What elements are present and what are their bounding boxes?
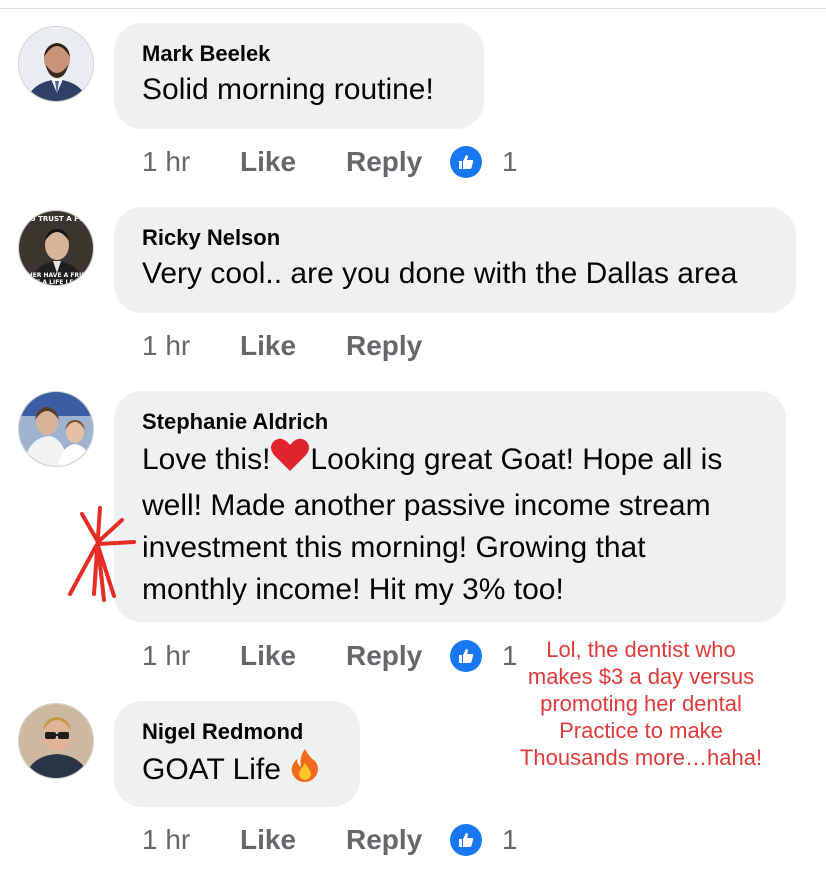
timestamp[interactable]: 1 hr	[142, 330, 240, 362]
comment-text-line2: well! Made another passive income stream	[142, 489, 711, 522]
avatar[interactable]	[18, 26, 94, 102]
comment-bubble: Stephanie Aldrich Love this! Looking grea…	[114, 391, 786, 622]
reaction-count: 1	[502, 824, 518, 855]
red-heart-icon	[270, 437, 310, 485]
comment-text: Love this! Looking great Goat! Hope all i…	[142, 437, 758, 611]
annotation-line-1: Lol, the dentist who	[546, 637, 736, 662]
svg-text:E A LIFE LES: E A LIFE LES	[36, 279, 78, 286]
thumbs-up-icon	[450, 640, 482, 672]
top-divider	[0, 8, 826, 9]
red-asterisk-mark-icon	[68, 506, 136, 602]
like-button[interactable]: Like	[240, 640, 346, 672]
reply-button[interactable]: Reply	[346, 640, 450, 672]
avatar-caption-bottom: THER HAVE A FRIEN	[24, 272, 91, 279]
comment-text-line4: monthly income! Hit my 3% too!	[142, 573, 564, 606]
comment-text-start: Love this!	[142, 442, 271, 476]
avatar-photo-icon	[19, 27, 93, 101]
reply-button[interactable]: Reply	[346, 146, 450, 178]
annotation-line-3: promoting her dental	[540, 691, 742, 716]
avatar[interactable]	[18, 391, 94, 467]
comment-actions: 1 hr Like Reply	[142, 326, 450, 366]
thumbs-up-icon	[450, 146, 482, 178]
like-button[interactable]: Like	[240, 146, 346, 178]
reaction-count: 1	[502, 146, 518, 177]
avatar-photo-icon	[19, 704, 93, 778]
comment-bubble: Ricky Nelson Very cool.. are you done wi…	[114, 207, 796, 313]
reply-button[interactable]: Reply	[346, 824, 450, 856]
author-name[interactable]: Mark Beelek	[142, 39, 456, 69]
overlay-annotation-note: Lol, the dentist who makes $3 a day vers…	[496, 636, 786, 771]
comment-actions: 1 hr Like Reply 1	[142, 820, 518, 860]
avatar[interactable]: U TRUST A PE THER HAVE A FRIEN E A LIFE …	[18, 210, 94, 286]
annotation-line-5: Thousands more…haha!	[519, 745, 763, 770]
author-name[interactable]: Stephanie Aldrich	[142, 407, 758, 437]
comment-text: Solid morning routine!	[142, 73, 434, 106]
comment-text: GOAT Life	[142, 747, 332, 795]
timestamp[interactable]: 1 hr	[142, 824, 240, 856]
avatar-photo-icon	[19, 392, 93, 466]
author-name[interactable]: Nigel Redmond	[142, 717, 332, 747]
reaction-summary[interactable]: 1	[450, 146, 518, 178]
thumbs-up-icon	[450, 824, 482, 856]
fire-icon	[289, 747, 321, 795]
timestamp[interactable]: 1 hr	[142, 640, 240, 672]
comment-text-start: GOAT Life	[142, 752, 281, 786]
author-name[interactable]: Ricky Nelson	[142, 223, 768, 253]
comment-actions: 1 hr Like Reply 1	[142, 636, 518, 676]
avatar-caption-top: U TRUST A PE	[30, 215, 84, 223]
comment-actions: 1 hr Like Reply 1	[142, 142, 518, 182]
avatar-meme-icon: U TRUST A PE THER HAVE A FRIEN E A LIFE …	[19, 211, 93, 286]
like-button[interactable]: Like	[240, 824, 346, 856]
avatar[interactable]	[18, 703, 94, 779]
comment-bubble: Nigel Redmond GOAT Life	[114, 701, 360, 807]
reply-button[interactable]: Reply	[346, 330, 450, 362]
reaction-summary[interactable]: 1	[450, 824, 518, 856]
like-button[interactable]: Like	[240, 330, 346, 362]
annotation-line-4: Practice to make	[559, 718, 723, 743]
comment-text-line3: investment this morning! Growing that	[142, 531, 646, 564]
comment-text: Very cool.. are you done with the Dallas…	[142, 257, 738, 290]
comment-text-line1: Looking great Goat! Hope all is	[310, 442, 723, 476]
timestamp[interactable]: 1 hr	[142, 146, 240, 178]
annotation-line-2: makes $3 a day versus	[527, 664, 755, 689]
comment-bubble: Mark Beelek Solid morning routine!	[114, 23, 484, 129]
